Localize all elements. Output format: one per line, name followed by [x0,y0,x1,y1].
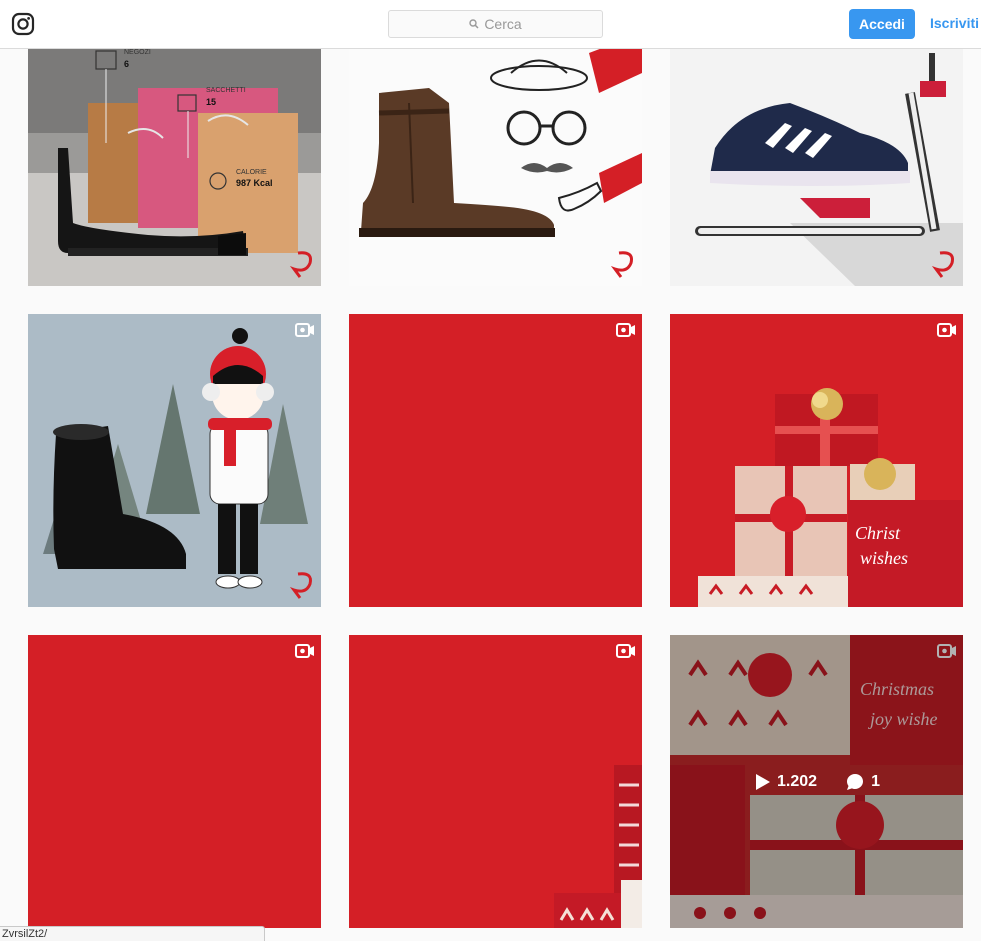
signup-link[interactable]: Iscriviti [930,15,979,31]
play-icon [756,773,771,790]
stores-label: NEGOZI [124,49,151,56]
calories-label: CALORIE [236,169,267,176]
svg-text:wishes: wishes [860,548,908,568]
video-icon [616,644,635,658]
post-thumbnail[interactable] [28,314,321,607]
search-input[interactable]: Cerca [388,10,603,38]
video-icon [295,644,314,658]
views-stat: 1.202 [753,773,817,791]
comments-stat: 1 [845,772,880,792]
stores-value: 6 [124,59,129,69]
post-thumbnail[interactable]: Christ wishes [670,314,963,607]
svg-text:Christ: Christ [855,523,901,543]
post-thumbnail[interactable] [349,635,642,928]
comments-count: 1 [871,772,880,790]
login-button[interactable]: Accedi [849,9,915,39]
hover-stats-overlay: 1.202 1 [670,635,963,928]
video-icon [616,323,635,337]
post-thumbnail-hovered[interactable]: Christmas joy wishe 1.202 1 [670,635,963,928]
search-placeholder: Cerca [484,16,522,32]
post-thumbnail[interactable] [28,635,321,928]
top-nav: Cerca Accedi Iscriviti [0,0,981,49]
bags-value: 15 [206,97,216,107]
comment-icon [847,773,864,790]
post-thumbnail[interactable] [349,314,642,607]
instagram-logo-icon[interactable] [11,12,35,36]
views-count: 1.202 [777,772,818,790]
status-bar-url: ZvrsilZt2/ [0,926,265,941]
bags-label: SACCHETTI [206,87,246,94]
search-icon [469,19,479,29]
calories-value: 987 Kcal [236,178,273,188]
video-icon [937,323,956,337]
video-icon [295,323,314,337]
post-image: Christ wishes [670,314,963,607]
post-image [28,314,321,607]
post-image [349,635,642,928]
